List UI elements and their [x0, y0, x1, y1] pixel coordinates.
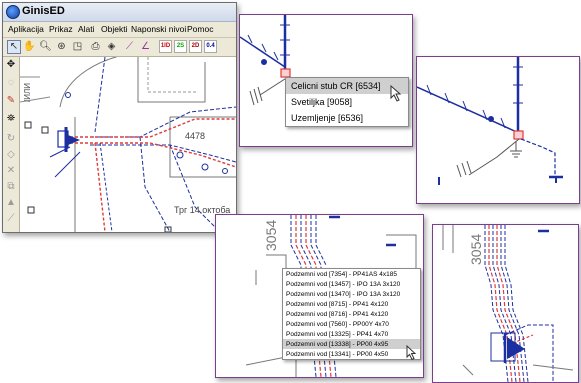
print-icon[interactable]: ⎙	[89, 40, 102, 53]
cable-item[interactable]: Podzemni vod [13457] - IPO 13A 3x120	[283, 279, 420, 289]
layers-icon[interactable]: ◈	[105, 40, 118, 53]
menu-prikaz[interactable]: Prikaz	[49, 24, 73, 34]
fill-icon[interactable]: ▲	[5, 197, 17, 209]
angle-icon[interactable]: ∠	[139, 40, 152, 53]
navigate-icon[interactable]: ⊛	[55, 40, 68, 53]
zoom-icon[interactable]: 🔍︎	[39, 40, 52, 53]
copy-icon[interactable]: ⧉	[5, 181, 17, 193]
pole-popup-panel: Celicni stub CR [6534] Svetiljka [9058] …	[239, 14, 413, 147]
cables-context-menu: Podzemni vod [7354] - PP41AS 4x185 Podze…	[282, 268, 421, 360]
pan-hand-icon[interactable]: ✋	[23, 40, 36, 53]
cables-zoom-panel: 3054	[432, 224, 579, 383]
cabinet-symbol	[507, 337, 525, 359]
cable-item[interactable]: Podzemni vod [7560] - PP00Y 4x70	[283, 319, 420, 329]
left-toolbar: ✥ ◌ ✎ ⛯ ↻ ◇ ✕ ⧉ ▲ ⟋	[3, 57, 20, 232]
toolbar: ↖ ✋ 🔍︎ ⊛ ◳ ⎙ ◈ ⟋ ∠ 1ID 2S 2D 0.4	[3, 38, 236, 57]
cable-item[interactable]: Podzemni vod [7354] - PP41AS 4x185	[283, 269, 420, 279]
menu-item-uzemljenje[interactable]: Uzemljenje [6536]	[286, 110, 408, 126]
select-icon[interactable]: ◌	[5, 77, 17, 89]
cables-zoom-label: 3054	[468, 234, 484, 265]
binoculars-icon[interactable]: ⛯	[5, 113, 17, 125]
cable-item[interactable]: Podzemni vod [13341] - PP00 4x50	[283, 349, 420, 359]
cables-zoom-canvas[interactable]: 3054	[433, 225, 578, 382]
pointer-tool-icon[interactable]: ↖	[7, 40, 21, 54]
menu-pomoc[interactable]: Pomoc	[187, 24, 213, 34]
pole-zoom-panel	[416, 56, 580, 204]
app-logo-icon	[6, 5, 20, 19]
cursor-icon	[390, 85, 402, 102]
vertical-street-label: /ИЛИ	[23, 83, 32, 102]
menu-objekti[interactable]: Objekti	[101, 24, 127, 34]
menu-alati[interactable]: Alati	[78, 24, 95, 34]
measure-icon[interactable]: ⟋	[123, 40, 136, 53]
delete-icon[interactable]: ✕	[5, 165, 17, 177]
cables-cursor-icon	[406, 345, 417, 361]
cables-popup-panel: 3054 Podzemni vod [7354] - PP41AS 4x185 …	[215, 214, 424, 378]
menu-aplikacija[interactable]: Aplikacija	[8, 24, 44, 34]
menu-naponski-nivoi[interactable]: Naponski nivoi	[131, 24, 186, 34]
title-bar: GinisED	[3, 3, 236, 22]
parcel-label: 4478	[185, 131, 205, 141]
cable-item[interactable]: Podzemni vod [8716] - PP41 4x120	[283, 309, 420, 319]
window-icon[interactable]: ◳	[71, 40, 84, 53]
map-canvas[interactable]: 4478 Трг 14.октоба /ИЛИ	[20, 57, 236, 232]
draw-icon[interactable]: ✎	[5, 95, 17, 107]
cable-item-highlighted[interactable]: Podzemni vod [13338] - PP00 4x95	[283, 339, 420, 349]
pole-zoom-canvas[interactable]	[417, 57, 579, 203]
cable-item[interactable]: Podzemni vod [13470] - IPO 13A 3x120	[283, 289, 420, 299]
window-title: GinisED	[22, 5, 65, 17]
menu-bar: Aplikacija Prikaz Alati Objekti Naponski…	[3, 22, 236, 38]
cable-item[interactable]: Podzemni vod [13325] - PP41 4x70	[283, 329, 420, 339]
voltage-04-button[interactable]: 0.4	[204, 40, 217, 53]
cables-map-label: 3054	[263, 220, 279, 251]
node-icon[interactable]: ◇	[5, 149, 17, 161]
rotate-icon[interactable]: ↻	[5, 133, 17, 145]
voltage-2s-button[interactable]: 2S	[174, 40, 187, 53]
map-view[interactable]: 4478 Трг 14.октоба /ИЛИ	[20, 57, 236, 232]
voltage-2d-button[interactable]: 2D	[189, 40, 202, 53]
app-window: GinisED Aplikacija Prikaz Alati Objekti …	[2, 2, 237, 233]
voltage-1id-button[interactable]: 1ID	[159, 40, 172, 53]
move-icon[interactable]: ✥	[5, 59, 17, 71]
cable-item[interactable]: Podzemni vod [8715] - PP41 4x120	[283, 299, 420, 309]
line-icon[interactable]: ⟋	[5, 213, 17, 225]
